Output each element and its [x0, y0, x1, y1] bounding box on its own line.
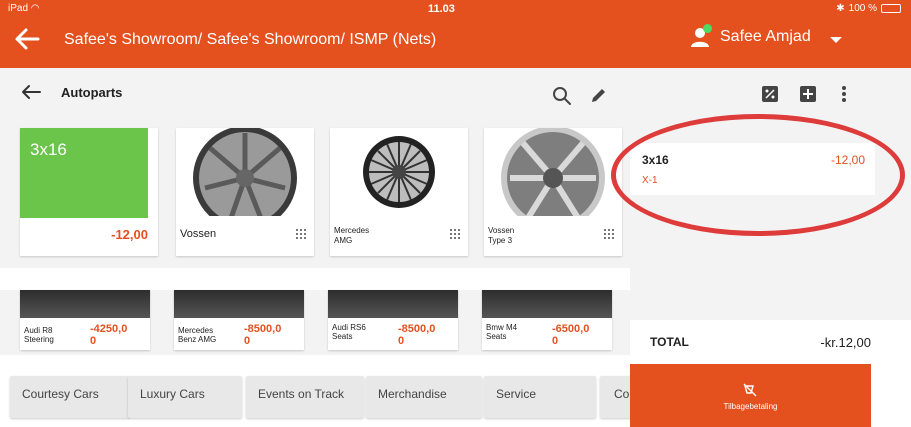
status-time: 11.03 — [428, 3, 455, 15]
tile-color-box: 3x16 — [20, 128, 148, 218]
category-courtesy-cars[interactable]: Courtesy Cars — [10, 376, 130, 418]
category-merchandise[interactable]: Merchandise — [366, 376, 482, 418]
bluetooth-icon: ✱ — [836, 3, 845, 14]
product-tile-vossen-type-3[interactable]: Vossen Type 3 — [484, 128, 622, 256]
tile-price: -12,00 — [111, 227, 148, 242]
tile-price: -6500,0 0 — [552, 323, 590, 347]
total-value: -kr.12,00 — [820, 335, 871, 350]
refund-button[interactable]: Tilbagebetaling — [630, 364, 871, 427]
product-image — [20, 290, 150, 318]
wheel-image — [330, 128, 468, 216]
options-grid-icon[interactable] — [604, 229, 614, 239]
section-back-icon[interactable] — [20, 82, 42, 102]
app-root: iPad ◠ 11.03 ✱ 100 % Safee's Showroom/ S… — [0, 0, 911, 427]
product-image — [174, 290, 304, 318]
line-item-name: 3x16 — [642, 153, 669, 167]
cart-total: TOTAL -kr.12,00 — [630, 320, 911, 364]
user-menu[interactable]: Safee Amjad — [690, 24, 811, 48]
total-label: TOTAL — [650, 335, 689, 349]
product-tile-audi-rs6-seats[interactable]: Audi RS6 Seats -8500,0 0 — [328, 290, 458, 350]
product-panel: Autoparts 3x16 -12,00 Vossen Mercedes AM… — [0, 68, 630, 268]
page-title: Safee's Showroom/ Safee's Showroom/ ISMP… — [64, 31, 437, 48]
options-grid-icon[interactable] — [450, 229, 460, 239]
category-events-on-track[interactable]: Events on Track — [246, 376, 364, 418]
chevron-down-icon[interactable] — [830, 37, 842, 43]
status-device: iPad ◠ — [8, 3, 40, 14]
product-tile-mercedes-amg[interactable]: Mercedes AMG — [330, 128, 468, 256]
product-tile-mercedes-benz-amg[interactable]: Mercedes Benz AMG -8500,0 0 — [174, 290, 304, 350]
cart-toolbar — [630, 68, 911, 120]
edit-pencil-icon[interactable] — [590, 86, 608, 104]
options-grid-icon[interactable] — [296, 229, 306, 239]
tile-name: Mercedes Benz AMG — [178, 326, 217, 344]
section-title: Autoparts — [61, 85, 123, 100]
status-right: ✱ 100 % — [836, 3, 901, 14]
product-tile-bmw-m4-seats[interactable]: Bmw M4 Seats -6500,0 0 — [482, 290, 612, 350]
add-icon[interactable] — [800, 86, 816, 102]
search-icon[interactable] — [552, 86, 572, 106]
wheel-image — [484, 128, 622, 216]
battery-icon — [881, 4, 901, 13]
line-item-price: -12,00 — [830, 153, 865, 167]
category-cor[interactable]: Cor — [600, 376, 632, 418]
battery-percent: 100 % — [848, 3, 877, 14]
tile-price: -8500,0 0 — [244, 323, 282, 347]
back-arrow-icon[interactable] — [12, 24, 42, 54]
product-tile-3x16[interactable]: 3x16 -12,00 — [20, 128, 158, 256]
device-label: iPad — [8, 3, 29, 14]
top-bar: iPad ◠ 11.03 ✱ 100 % Safee's Showroom/ S… — [0, 0, 911, 68]
user-name: Safee Amjad — [720, 28, 811, 45]
product-image — [482, 290, 612, 318]
refund-label: Tilbagebetaling — [723, 402, 778, 411]
tile-price: -8500,0 0 — [398, 323, 436, 347]
product-tile-vossen[interactable]: Vossen — [176, 128, 314, 256]
product-row-2: Audi R8 Steering -4250,0 0 Mercedes Benz… — [0, 290, 630, 355]
discount-icon[interactable] — [762, 86, 778, 102]
tile-name: Vossen Type 3 — [488, 226, 515, 245]
online-status-dot — [703, 24, 712, 33]
refund-icon — [743, 383, 757, 397]
wifi-icon: ◠ — [30, 3, 40, 14]
product-image — [328, 290, 458, 318]
tile-name: Mercedes AMG — [334, 226, 370, 245]
more-vertical-icon[interactable] — [841, 86, 847, 102]
tile-name: Audi R8 Steering — [24, 326, 54, 344]
tile-price: -4250,0 0 — [90, 323, 128, 347]
cart-line-item[interactable]: 3x16 -12,00 X-1 — [630, 143, 875, 195]
category-service[interactable]: Service — [484, 376, 596, 418]
product-tile-audi-r8-steering[interactable]: Audi R8 Steering -4250,0 0 — [20, 290, 150, 350]
tile-name: Audi RS6 Seats — [332, 323, 366, 341]
tile-name: Vossen — [180, 228, 217, 240]
wheel-image — [176, 128, 314, 216]
line-item-quantity: X-1 — [642, 175, 658, 186]
tile-name: Bmw M4 Seats — [486, 323, 518, 341]
category-luxury-cars[interactable]: Luxury Cars — [128, 376, 242, 418]
user-avatar-icon — [690, 24, 712, 48]
tile-name: 3x16 — [30, 140, 67, 159]
